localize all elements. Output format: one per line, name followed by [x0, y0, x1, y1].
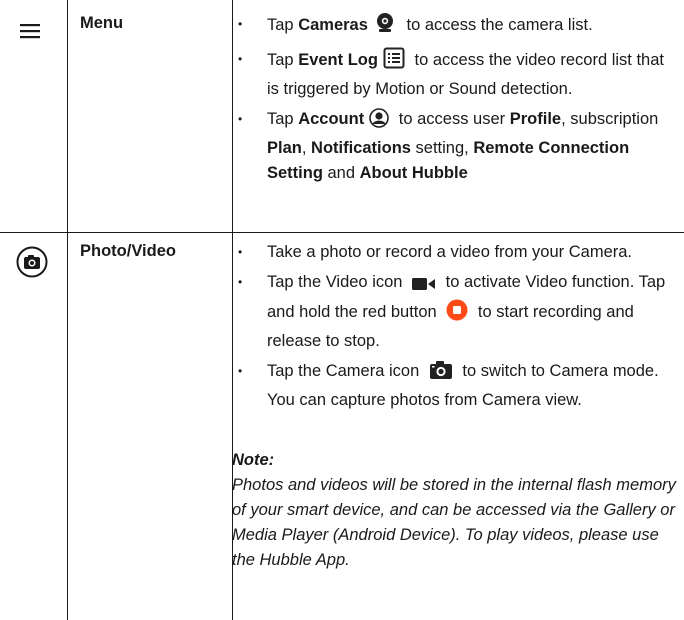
bold-term: Cameras: [298, 16, 368, 34]
bold-term: Event Log: [298, 51, 378, 69]
camera-icon: [429, 360, 453, 388]
bullet-text: Take a photo or record a video from your…: [267, 243, 633, 261]
event-log-icon: [383, 47, 405, 77]
bullet-text: Tap the Camera icon: [267, 362, 424, 380]
bullet-text: to access user: [394, 110, 510, 128]
photo-video-bullet-list: Take a photo or record a video from your…: [232, 240, 680, 418]
feature-table: Menu Tap Cameras to access the camera li…: [0, 0, 684, 620]
bullet-text: and: [322, 164, 360, 182]
bullet-item: Tap the Camera icon to switch to Camera …: [232, 359, 680, 413]
bullet-text: Tap the Video icon: [267, 273, 408, 291]
bullet-text: ,: [301, 139, 312, 157]
bullet-item: Tap Cameras to access the camera list.: [232, 12, 680, 42]
bullet-item: Tap Account to access user Profile, subs…: [232, 107, 680, 186]
bold-term: Account: [298, 110, 365, 128]
bullet-text: setting,: [410, 139, 474, 157]
table-row-divider: [0, 232, 684, 233]
note-title: Note:: [232, 451, 275, 469]
menu-bullet-list: Tap Cameras to access the camera list.Ta…: [232, 12, 680, 191]
note-block: Note: Photos and videos will be stored i…: [232, 448, 680, 573]
bullet-item: Tap the Video icon to activate Video fun…: [232, 270, 680, 354]
note-text: Photos and videos will be stored in the …: [232, 476, 676, 569]
record-button-icon: [446, 299, 468, 329]
video-icon: [412, 274, 436, 299]
hamburger-menu-icon: [20, 22, 44, 45]
table-column-divider: [67, 0, 68, 620]
bold-term: Plan: [267, 139, 302, 157]
row-label-menu: Menu: [80, 14, 124, 32]
bold-term: About Hubble: [359, 164, 468, 182]
bullet-text: Tap: [267, 51, 299, 69]
bullet-item: Take a photo or record a video from your…: [232, 240, 680, 265]
bullet-text: Tap: [267, 16, 299, 34]
account-icon: [369, 108, 389, 136]
row-label-photo-video: Photo/Video: [80, 242, 176, 260]
camera-list-icon: [373, 12, 397, 42]
bold-term: Notifications: [311, 139, 411, 157]
camera-circle-icon: [16, 246, 48, 283]
bullet-item: Tap Event Log to access the video record…: [232, 47, 680, 102]
bullet-text: , subscription: [561, 110, 659, 128]
bold-term: Profile: [509, 110, 562, 128]
bullet-text: Tap: [267, 110, 299, 128]
bullet-text: to access the camera list.: [401, 16, 593, 34]
